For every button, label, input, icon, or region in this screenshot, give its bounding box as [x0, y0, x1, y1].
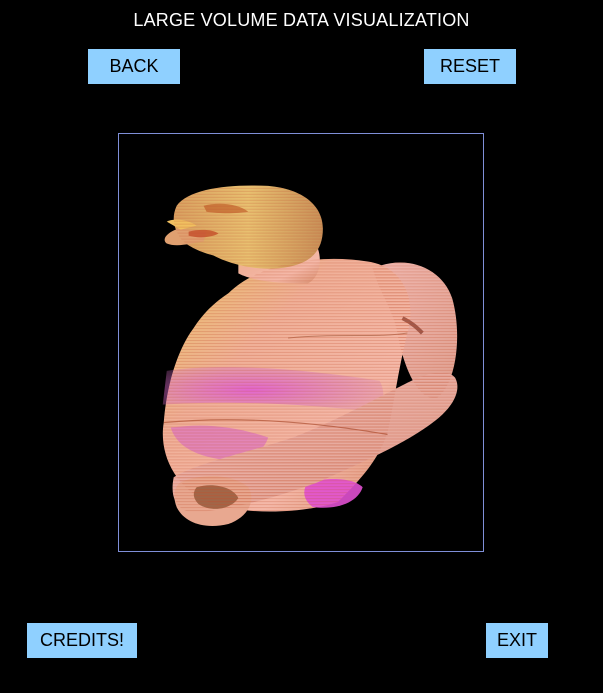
credits-button[interactable]: CREDITS!	[27, 623, 137, 658]
exit-button[interactable]: EXIT	[486, 623, 548, 658]
app-title: LARGE VOLUME DATA VISUALIZATION	[133, 10, 470, 30]
back-button[interactable]: BACK	[88, 49, 180, 84]
reset-button[interactable]: RESET	[424, 49, 516, 84]
volume-render-viewport[interactable]	[118, 133, 484, 552]
volume-render-image	[162, 185, 458, 526]
